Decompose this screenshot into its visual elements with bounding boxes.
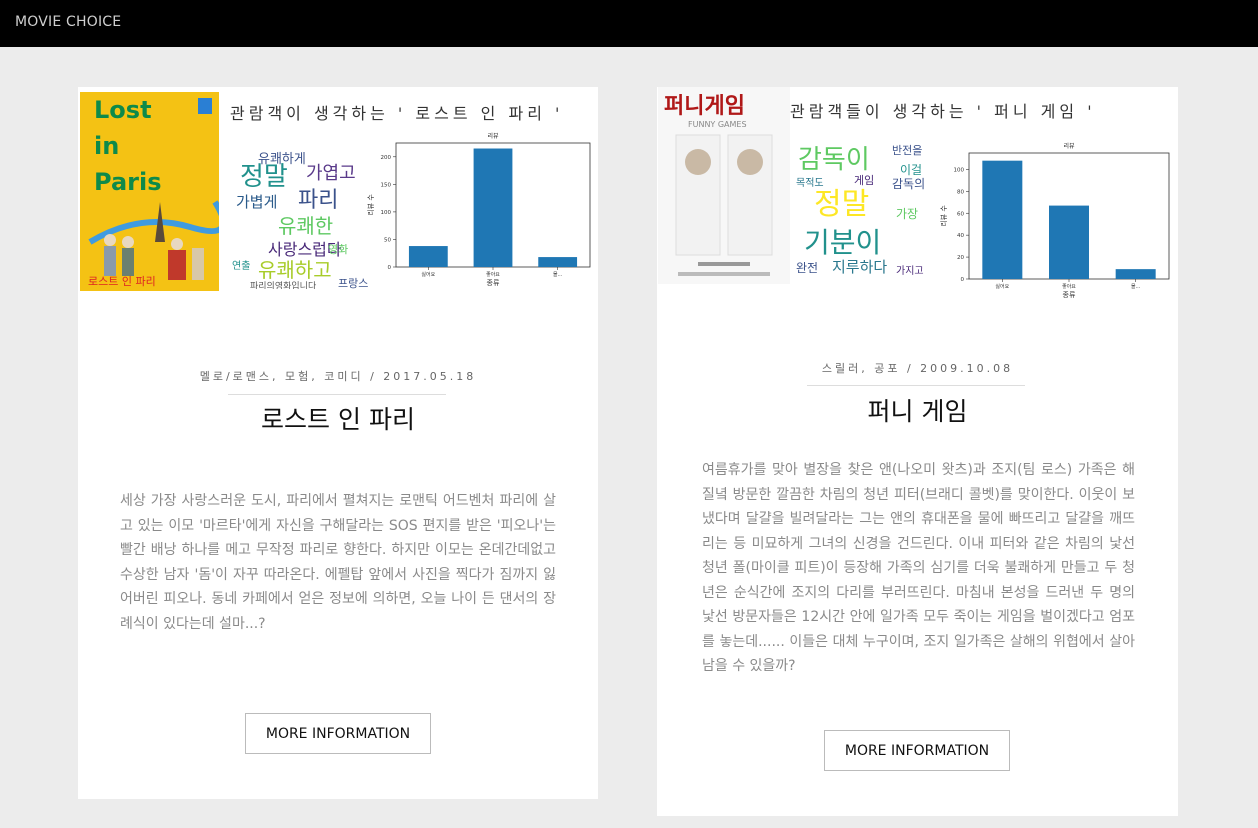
movie-meta: 스릴러, 공포 / 2009.10.08 [821,362,1014,375]
divider [228,394,446,395]
y-tick-label: 60 [957,211,964,217]
x-tick-label: 좋아요 [1062,283,1076,290]
x-axis-label: 종류 [487,279,500,287]
more-information-button[interactable]: MORE INFORMATION [824,730,1010,771]
svg-text:정말: 정말 [240,162,288,192]
brand-logo[interactable]: MOVIE CHOICE [15,14,121,30]
x-tick-label: 싫어요 [995,283,1009,290]
x-axis-label: 종류 [1063,291,1076,299]
chart-title: 리뷰 [487,132,499,140]
movie-meta: 멜로/로맨스, 모험, 코미디 / 2017.05.18 [199,370,477,383]
svg-text:퍼니게임: 퍼니게임 [664,94,745,119]
y-axis-label: 리뷰 수 [939,205,948,227]
y-tick-label: 100 [954,167,965,173]
svg-text:로스트 인 파리: 로스트 인 파리 [88,275,156,288]
review-bar-chart: 리뷰 0 50 100 150 200 리뷰 수싫어요 좋아요 몰... 종류 [364,127,596,297]
svg-text:게임: 게임 [854,174,874,187]
svg-text:FUNNY GAMES: FUNNY GAMES [688,120,747,129]
svg-text:가장: 가장 [896,207,918,221]
movie-title: 로스트 인 파리 [261,405,415,434]
svg-text:Paris: Paris [94,168,162,196]
review-heading: 관람객들이 생각하는 ' 퍼니 게임 ' [790,102,1096,121]
more-information-button[interactable]: MORE INFORMATION [245,713,431,754]
y-tick-label: 150 [381,182,392,188]
chart-bar [1049,205,1089,279]
y-tick-label: 40 [957,233,964,239]
svg-text:감독이: 감독이 [798,145,870,175]
movie-card: Lost in Paris 로스트 인 파리 관람객이 생각하는 ' 로스트 인… [78,87,598,799]
svg-text:Lost: Lost [94,96,152,124]
svg-text:감독의: 감독의 [892,177,925,191]
chart-bar [408,246,448,267]
svg-text:가지고: 가지고 [896,265,924,277]
svg-text:파리의영화입니다: 파리의영화입니다 [250,280,317,289]
x-tick-label: 싫어요 [421,271,435,278]
y-tick-label: 50 [384,237,391,243]
svg-text:가볍게: 가볍게 [236,193,277,211]
y-tick-label: 100 [381,210,392,216]
review-heading: 관람객이 생각하는 ' 로스트 인 파리 ' [230,104,564,123]
wordcloud-image: 유쾌하게 가엽고 정말 가볍게 파리 유쾌한 사랑스럽다 유쾌하고 파리의영화입… [228,149,368,289]
svg-text:유쾌한: 유쾌한 [278,214,333,238]
svg-text:반전을: 반전을 [892,144,922,157]
y-tick-label: 20 [957,255,964,261]
chart-bar [982,160,1023,279]
y-tick-label: 80 [957,189,964,195]
svg-text:유쾌하고: 유쾌하고 [258,258,332,282]
navbar: MOVIE CHOICE [0,0,1258,47]
movie-card: 퍼니게임 FUNNY GAMES 관람객들이 생각하는 ' 퍼니 게임 ' 감독… [657,87,1178,816]
svg-text:in: in [94,132,119,160]
review-bar-chart: 리뷰 0 20 40 60 80 100 리뷰 수싫어요 좋아요 몰... 종류 [937,137,1175,309]
movie-description: 세상 가장 사랑스러운 도시, 파리에서 펼쳐지는 로맨틱 어드벤처 파리에 살… [120,493,556,632]
movie-title: 퍼니 게임 [867,397,968,426]
svg-text:정말: 정말 [814,187,869,222]
movie-poster: Lost in Paris 로스트 인 파리 [80,92,219,291]
movie-poster: 퍼니게임 FUNNY GAMES [658,87,790,284]
wordcloud-image: 감독이 정말 기분이 반전을 이걸 게임 감독의 지루하다 가장 완전 가지고 … [792,142,937,287]
svg-text:완전: 완전 [796,261,818,275]
x-tick-label: 몰... [1131,284,1141,290]
chart-bar [1115,269,1156,279]
svg-text:이걸: 이걸 [900,163,922,177]
chart-title: 리뷰 [1063,142,1075,150]
svg-text:목적도: 목적도 [796,177,824,189]
y-tick-label: 0 [961,277,965,283]
svg-text:기분이: 기분이 [804,226,881,259]
divider [807,385,1025,386]
x-tick-label: 몰... [553,272,563,278]
movie-description: 여름휴가를 맞아 별장을 찾은 앤(나오미 왓츠)과 조지(팀 로스) 가족은 … [702,462,1135,674]
svg-text:지루하다: 지루하다 [832,258,887,276]
svg-text:연출: 연출 [232,260,250,272]
y-axis-label: 리뷰 수 [366,194,375,216]
chart-bar [473,148,513,267]
x-tick-label: 좋아요 [486,271,500,278]
y-tick-label: 0 [388,265,392,271]
y-tick-label: 200 [381,155,392,161]
chart-bar [538,257,578,267]
svg-text:가엽고: 가엽고 [306,163,356,184]
svg-text:파리: 파리 [298,188,338,213]
svg-text:영화: 영화 [328,243,348,256]
